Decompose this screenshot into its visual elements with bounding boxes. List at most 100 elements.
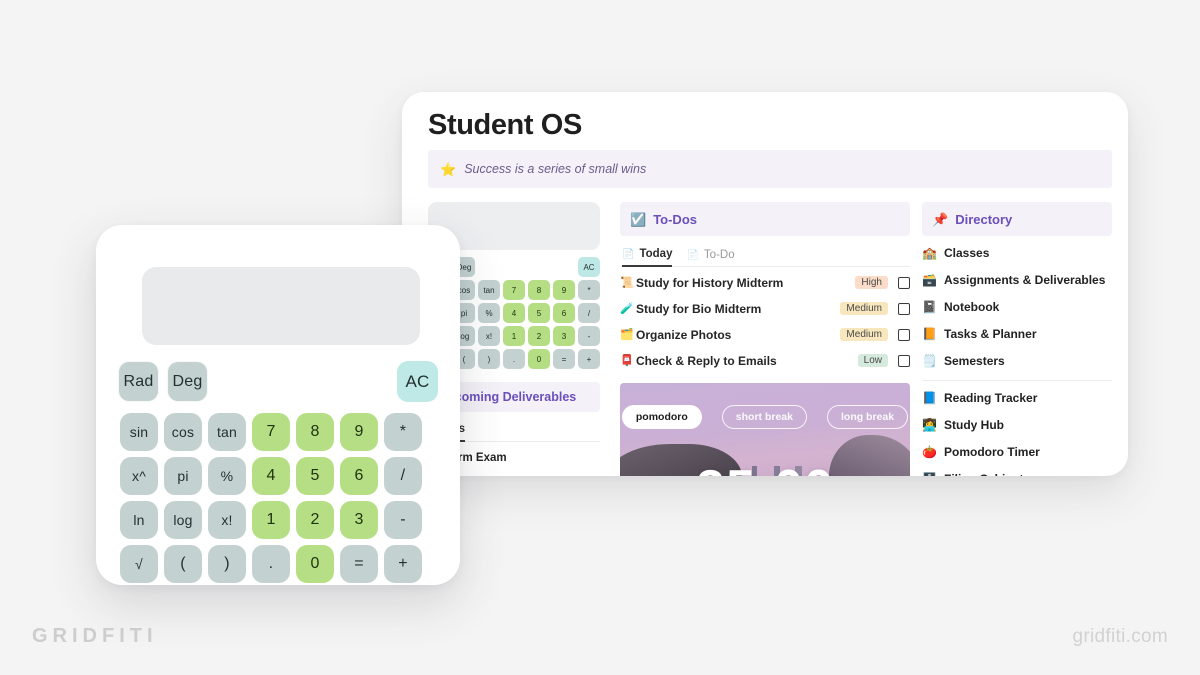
pomodoro-time-display: 25:00 <box>620 463 910 476</box>
sidebar-item-tasks-planner[interactable]: 📙 Tasks & Planner <box>922 323 1112 344</box>
calc-key-rad[interactable]: Rad <box>118 361 159 402</box>
calc-key-sqrt[interactable]: √ <box>120 545 158 583</box>
mini-key[interactable]: 1 <box>503 326 525 346</box>
sidebar-item-study-hub[interactable]: 👩‍💻 Study Hub <box>922 414 1112 435</box>
mini-key[interactable]: 6 <box>553 303 575 323</box>
calc-key-2[interactable]: 2 <box>296 501 334 539</box>
mini-key[interactable]: 4 <box>503 303 525 323</box>
mini-key[interactable]: = <box>553 349 575 369</box>
status-badge: Medium <box>840 328 888 341</box>
mini-key-gap-4 <box>553 257 575 277</box>
task-icon: 🧪 <box>620 303 634 315</box>
calc-key-1[interactable]: 1 <box>252 501 290 539</box>
sidebar-item-reading-tracker[interactable]: 📘 Reading Tracker <box>922 387 1112 408</box>
calc-key-sin[interactable]: sin <box>120 413 158 451</box>
mini-key-gap-3 <box>528 257 550 277</box>
tab-to-do[interactable]: 📄 To-Do <box>686 248 734 267</box>
calc-key-pi[interactable]: pi <box>164 457 202 495</box>
mini-key[interactable]: 7 <box>503 280 525 300</box>
calc-key-8[interactable]: 8 <box>296 413 334 451</box>
calc-key-3[interactable]: 3 <box>340 501 378 539</box>
sidebar-item-pomodoro-timer[interactable]: 🍅 Pomodoro Timer <box>922 441 1112 462</box>
mini-key[interactable]: 9 <box>553 280 575 300</box>
directory-group-1: 🏫 Classes 🗃️ Assignments & Deliverables … <box>922 242 1112 371</box>
mini-key[interactable]: * <box>578 280 600 300</box>
mini-key[interactable]: + <box>578 349 600 369</box>
star-icon: ⭐ <box>440 161 457 177</box>
task-checkbox[interactable] <box>898 354 910 367</box>
calc-key-decimal[interactable]: . <box>252 545 290 583</box>
mini-key[interactable]: / <box>578 303 600 323</box>
calc-key-0[interactable]: 0 <box>296 545 334 583</box>
mini-key[interactable]: 5 <box>528 303 550 323</box>
sidebar-item-classes[interactable]: 🏫 Classes <box>922 242 1112 263</box>
mini-key[interactable]: 8 <box>528 280 550 300</box>
task-checkbox[interactable] <box>898 328 910 341</box>
calc-key-6[interactable]: 6 <box>340 457 378 495</box>
tab-today[interactable]: 📄 Today <box>622 248 673 267</box>
calc-key-deg[interactable]: Deg <box>167 361 208 402</box>
calc-key-4[interactable]: 4 <box>252 457 290 495</box>
directory-header: 📌 Directory <box>922 202 1112 236</box>
calc-key-factorial[interactable]: x! <box>208 501 246 539</box>
table-row[interactable]: 🗂️ Organize Photos Medium <box>620 324 910 345</box>
calc-key-divide[interactable]: / <box>384 457 422 495</box>
pomodoro-widget: pomodoro short break long break 25:00 <box>620 383 910 476</box>
calc-key-ln[interactable]: ln <box>120 501 158 539</box>
sidebar-item-filing-cabinet[interactable]: 🗄️ Filing Cabinet <box>922 468 1112 477</box>
sidebar-item-label: Assignments & Deliverables <box>944 272 1106 287</box>
task-icon: 🗂️ <box>620 329 634 341</box>
sidebar-item-label: Reading Tracker <box>944 390 1038 405</box>
sidebar-item-label: Study Hub <box>944 417 1004 432</box>
calculator-display[interactable] <box>142 267 420 345</box>
assignments-icon: 🗃️ <box>922 272 937 287</box>
mini-key[interactable]: % <box>478 303 500 323</box>
calc-key-5[interactable]: 5 <box>296 457 334 495</box>
sidebar-item-label: Notebook <box>944 299 1000 314</box>
calc-key-percent[interactable]: % <box>208 457 246 495</box>
calc-key-multiply[interactable]: * <box>384 413 422 451</box>
status-badge: Medium <box>840 302 888 315</box>
sidebar-item-assignments[interactable]: 🗃️ Assignments & Deliverables <box>922 269 1112 290</box>
mini-key[interactable]: . <box>503 349 525 369</box>
page-title: Student OS <box>428 109 582 141</box>
mini-key[interactable]: tan <box>478 280 500 300</box>
table-row[interactable]: 📜 Study for History Midterm High <box>620 272 910 293</box>
calc-key-paren-close[interactable]: ) <box>208 545 246 583</box>
table-row[interactable]: 📮 Check & Reply to Emails Low <box>620 350 910 371</box>
task-checkbox[interactable] <box>898 302 910 315</box>
calc-key-power[interactable]: x^ <box>120 457 158 495</box>
mini-key[interactable]: x! <box>478 326 500 346</box>
mini-key[interactable]: ) <box>478 349 500 369</box>
mini-key-ac[interactable]: AC <box>578 257 600 277</box>
mini-key[interactable]: 0 <box>528 349 550 369</box>
pomodoro-mode-long-break[interactable]: long break <box>826 405 909 429</box>
table-row[interactable]: 🧪 Study for Bio Midterm Medium <box>620 298 910 319</box>
task-checkbox[interactable] <box>898 276 910 289</box>
student-os-card: Student OS ⭐ Success is a series of smal… <box>402 92 1128 476</box>
calc-key-minus[interactable]: - <box>384 501 422 539</box>
calc-key-log[interactable]: log <box>164 501 202 539</box>
study-hub-icon: 👩‍💻 <box>922 417 937 432</box>
sidebar-item-semesters[interactable]: 🗒️ Semesters <box>922 350 1112 371</box>
pomodoro-mode-short-break[interactable]: short break <box>721 405 807 429</box>
calculator-card: Rad Deg AC sin cos tan 7 8 9 * x^ pi % 4… <box>96 225 460 585</box>
page-icon: 📄 <box>686 249 699 261</box>
calc-key-cos[interactable]: cos <box>164 413 202 451</box>
calc-key-ac[interactable]: AC <box>397 361 438 402</box>
mini-key[interactable]: - <box>578 326 600 346</box>
calculator-keypad: sin cos tan 7 8 9 * x^ pi % 4 5 6 / ln l… <box>120 413 438 583</box>
sidebar-item-label: Tasks & Planner <box>944 326 1037 341</box>
sidebar-item-notebook[interactable]: 📓 Notebook <box>922 296 1112 317</box>
calc-key-plus[interactable]: + <box>384 545 422 583</box>
calc-key-7[interactable]: 7 <box>252 413 290 451</box>
mini-key[interactable]: 3 <box>553 326 575 346</box>
mini-key[interactable]: 2 <box>528 326 550 346</box>
status-badge: High <box>855 276 888 289</box>
calc-key-equals[interactable]: = <box>340 545 378 583</box>
calc-key-tan[interactable]: tan <box>208 413 246 451</box>
calc-key-paren-open[interactable]: ( <box>164 545 202 583</box>
pomodoro-mode-pomodoro[interactable]: pomodoro <box>621 405 702 429</box>
status-badge: Low <box>857 354 888 367</box>
calc-key-9[interactable]: 9 <box>340 413 378 451</box>
